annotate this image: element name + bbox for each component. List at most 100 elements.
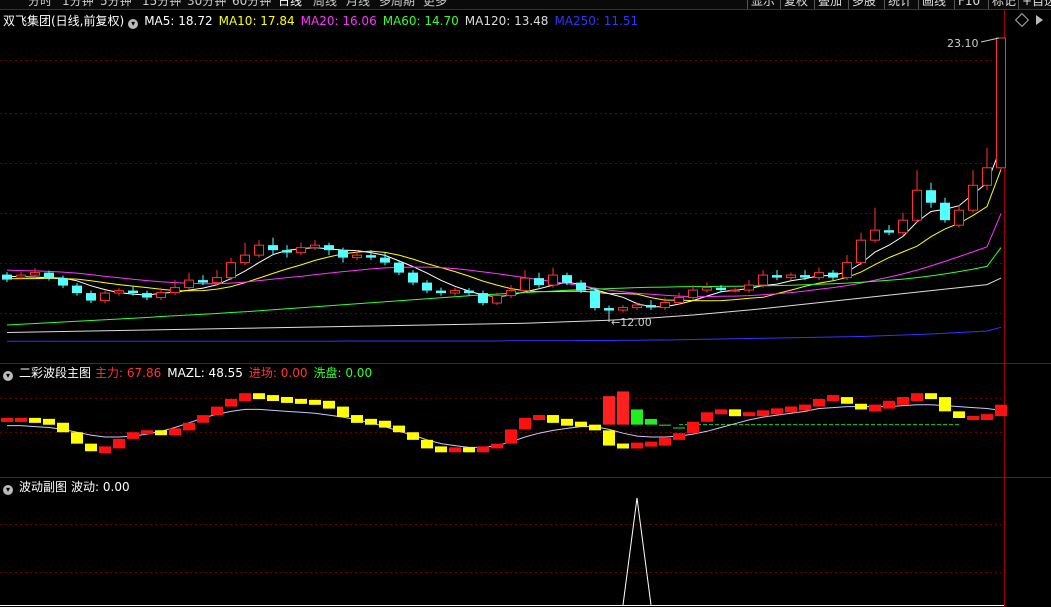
zhuli-block <box>197 415 209 423</box>
candle-body <box>212 277 222 284</box>
signal-bar <box>659 424 671 426</box>
candle-body <box>786 274 796 279</box>
candle-body <box>996 37 1006 169</box>
zhuli-block <box>141 430 153 435</box>
zhuli-block <box>393 425 405 433</box>
zhuli-block <box>827 395 839 401</box>
zhuli-block <box>253 393 265 400</box>
candle-body <box>688 289 698 299</box>
zhuli-block <box>729 409 741 417</box>
zhuli-block <box>211 406 223 416</box>
zhuli-block <box>99 446 111 454</box>
mazl-line <box>7 404 1002 448</box>
candle-body <box>534 278 544 286</box>
zhuli-block <box>617 443 629 449</box>
zhuli-block <box>127 432 139 439</box>
candle-body <box>156 292 166 299</box>
zhuli-block <box>841 397 853 404</box>
candle-body <box>324 245 334 251</box>
zhuli-block <box>547 415 559 423</box>
candle-body <box>72 285 82 294</box>
zhuli-block <box>533 415 545 420</box>
candle-body <box>744 284 754 291</box>
zhuli-block <box>169 428 181 436</box>
candle-body <box>590 290 600 309</box>
candle-body <box>604 308 614 311</box>
candle-body <box>352 254 362 259</box>
zhuli-block <box>295 398 307 404</box>
zhuli-block <box>561 418 573 426</box>
candle-body <box>408 272 418 283</box>
zhuli-block <box>995 404 1007 417</box>
candle-body <box>940 202 950 221</box>
zhuli-block <box>435 446 447 453</box>
signal-bar <box>645 418 657 425</box>
candle-body <box>814 272 824 279</box>
candle-body <box>128 290 138 294</box>
low-price-label: ←12.00 <box>611 316 652 329</box>
candle-body <box>618 307 628 311</box>
candle-body <box>954 209 964 226</box>
candle-body <box>520 277 530 292</box>
candle-body <box>856 239 866 264</box>
candle-body <box>254 244 264 256</box>
candle-body <box>646 305 656 308</box>
zhuli-block <box>113 438 125 449</box>
candle-body <box>296 247 306 254</box>
candle-body <box>800 275 810 278</box>
candle-body <box>44 272 54 279</box>
candle-body <box>170 287 180 294</box>
candle-body <box>380 257 390 263</box>
candle-body <box>660 302 670 309</box>
candle-body <box>436 290 446 294</box>
candle-body <box>30 272 40 276</box>
candle-body <box>58 278 68 286</box>
ma-line <box>6 277 1002 333</box>
candle-body <box>240 254 250 264</box>
zhuli-block <box>519 418 531 430</box>
zhuli-block <box>715 409 727 415</box>
candle-body <box>422 282 432 291</box>
zhuli-block <box>337 406 349 418</box>
zhuli-block <box>505 429 517 444</box>
zhuli-block <box>351 415 363 423</box>
candle-body <box>548 274 558 286</box>
zhuli-block <box>939 397 951 412</box>
zhuli-block <box>743 412 755 417</box>
stock-chart-canvas[interactable]: 23.10 ←12.00 <box>0 0 1051 607</box>
zhuli-block <box>575 421 587 427</box>
candle-body <box>506 290 516 297</box>
candle-body <box>142 293 152 298</box>
zhuli-block <box>225 399 237 407</box>
signal-bar <box>631 409 643 425</box>
zhuli-block <box>673 433 685 440</box>
high-price-label: 23.10 <box>947 37 979 50</box>
candle-body <box>366 255 376 258</box>
zhuli-block <box>883 400 895 409</box>
candle-body <box>86 293 96 301</box>
zhuli-block <box>911 393 923 401</box>
zhuli-block <box>29 417 41 423</box>
zhuli-block <box>407 432 419 440</box>
zhuli-block <box>43 418 55 425</box>
zhuli-block <box>421 439 433 449</box>
zhuli-block <box>491 443 503 449</box>
candle-body <box>478 293 488 304</box>
zhuli-block <box>57 422 69 433</box>
candle-body <box>492 295 502 304</box>
zhuli-block <box>1 417 13 422</box>
volatility-spike <box>622 497 652 606</box>
candle-body <box>912 189 922 221</box>
zhuli-block <box>771 408 783 415</box>
zhuli-block <box>589 424 601 431</box>
candle-body <box>100 292 110 302</box>
signal-bar <box>673 427 685 429</box>
zhuli-block <box>183 422 195 431</box>
candle-body <box>394 262 404 273</box>
zhuli-block <box>85 443 97 452</box>
zhuli-block <box>267 395 279 401</box>
zhuli-block <box>981 414 993 420</box>
candle-body <box>828 272 838 278</box>
zhuli-block <box>281 397 293 403</box>
candle-body <box>716 287 726 291</box>
